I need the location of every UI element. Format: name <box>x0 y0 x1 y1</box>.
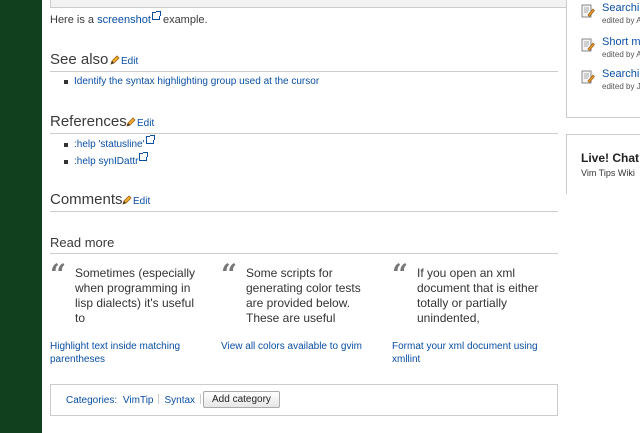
live-chat-title[interactable]: Live! Chat <box>581 151 639 165</box>
read-more-excerpt: If you open an xml document that is eith… <box>417 266 539 325</box>
right-rail: Searchin edited by A Short m edited by A… <box>566 0 640 433</box>
edit-page-icon <box>581 70 595 84</box>
external-link-icon <box>145 135 155 144</box>
activity-item[interactable]: Searchin edited by J <box>581 68 640 94</box>
pencil-icon <box>110 55 120 65</box>
section-title: Comments <box>50 191 123 208</box>
pencil-icon <box>122 195 132 205</box>
edit-page-icon <box>581 4 595 18</box>
section-title: Read more <box>50 235 115 250</box>
external-link-icon <box>151 11 161 20</box>
activity-title[interactable]: Searchin <box>602 2 640 14</box>
references-heading: References Edit <box>50 112 558 134</box>
categories-box: Categories: VimTip Syntax Add category <box>50 384 558 416</box>
list-item: Identify the syntax highlighting group u… <box>64 76 319 87</box>
read-more-heading: Read more <box>50 232 558 254</box>
activity-meta: edited by J <box>602 82 640 91</box>
activity-title[interactable]: Short m <box>602 36 640 48</box>
recent-activity-box: Searchin edited by A Short m edited by A… <box>566 0 640 118</box>
quote-icon: “ <box>221 258 238 291</box>
live-chat-subtitle: Vim Tips Wiki <box>581 168 635 178</box>
external-link-icon <box>139 152 149 161</box>
quote-icon: “ <box>50 258 67 291</box>
categories-row: Categories: VimTip Syntax <box>66 394 206 406</box>
read-more-link[interactable]: Highlight text inside matching parenthes… <box>50 340 210 366</box>
activity-meta: edited by A <box>602 50 640 59</box>
categories-label[interactable]: Categories: <box>66 395 117 406</box>
category-link-vimtip[interactable]: VimTip <box>123 395 154 406</box>
reference-link[interactable]: :help 'statusline' <box>74 139 145 150</box>
edit-references-link[interactable]: Edit <box>126 117 154 129</box>
edit-see-also-link[interactable]: Edit <box>110 55 138 67</box>
read-more-link[interactable]: View all colors available to gvim <box>221 340 381 353</box>
quote-icon: “ <box>392 258 409 291</box>
read-more-excerpt: Sometimes (especially when programming i… <box>75 266 196 325</box>
section-title: See also <box>50 51 109 68</box>
article-content: Here is a screenshot example. See also E… <box>42 0 600 433</box>
section-title: References <box>50 113 127 130</box>
code-block-edge <box>50 0 600 8</box>
list-item: :help 'statusline' <box>64 135 155 150</box>
see-also-list: Identify the syntax highlighting group u… <box>64 76 319 93</box>
edit-page-icon <box>581 38 595 52</box>
divider <box>158 394 160 404</box>
divider <box>200 394 202 404</box>
left-background-stripe <box>0 0 42 433</box>
activity-item[interactable]: Short m edited by A <box>581 36 640 62</box>
activity-item[interactable]: Searchin edited by A <box>581 2 640 28</box>
add-category-button[interactable]: Add category <box>203 391 280 408</box>
reference-link[interactable]: :help synIDattr <box>74 156 138 167</box>
comments-heading: Comments Edit <box>50 190 558 212</box>
pencil-icon <box>126 117 136 127</box>
see-also-heading: See also Edit <box>50 50 558 72</box>
list-item: :help synIDattr <box>64 152 154 167</box>
activity-title[interactable]: Searchin <box>602 68 640 80</box>
activity-meta: edited by A <box>602 16 640 25</box>
references-list: :help 'statusline' :help synIDattr <box>64 135 155 173</box>
screenshot-link[interactable]: screenshot <box>97 14 151 26</box>
see-also-link[interactable]: Identify the syntax highlighting group u… <box>74 76 319 87</box>
edit-comments-link[interactable]: Edit <box>122 195 150 207</box>
live-chat-box: Live! Chat Vim Tips Wiki <box>566 134 640 194</box>
read-more-excerpt: Some scripts for generating color tests … <box>246 266 361 325</box>
read-more-link[interactable]: Format your xml document using xmllint <box>392 340 552 366</box>
intro-text: Here is a screenshot example. <box>50 11 208 26</box>
category-link-syntax[interactable]: Syntax <box>164 395 195 406</box>
